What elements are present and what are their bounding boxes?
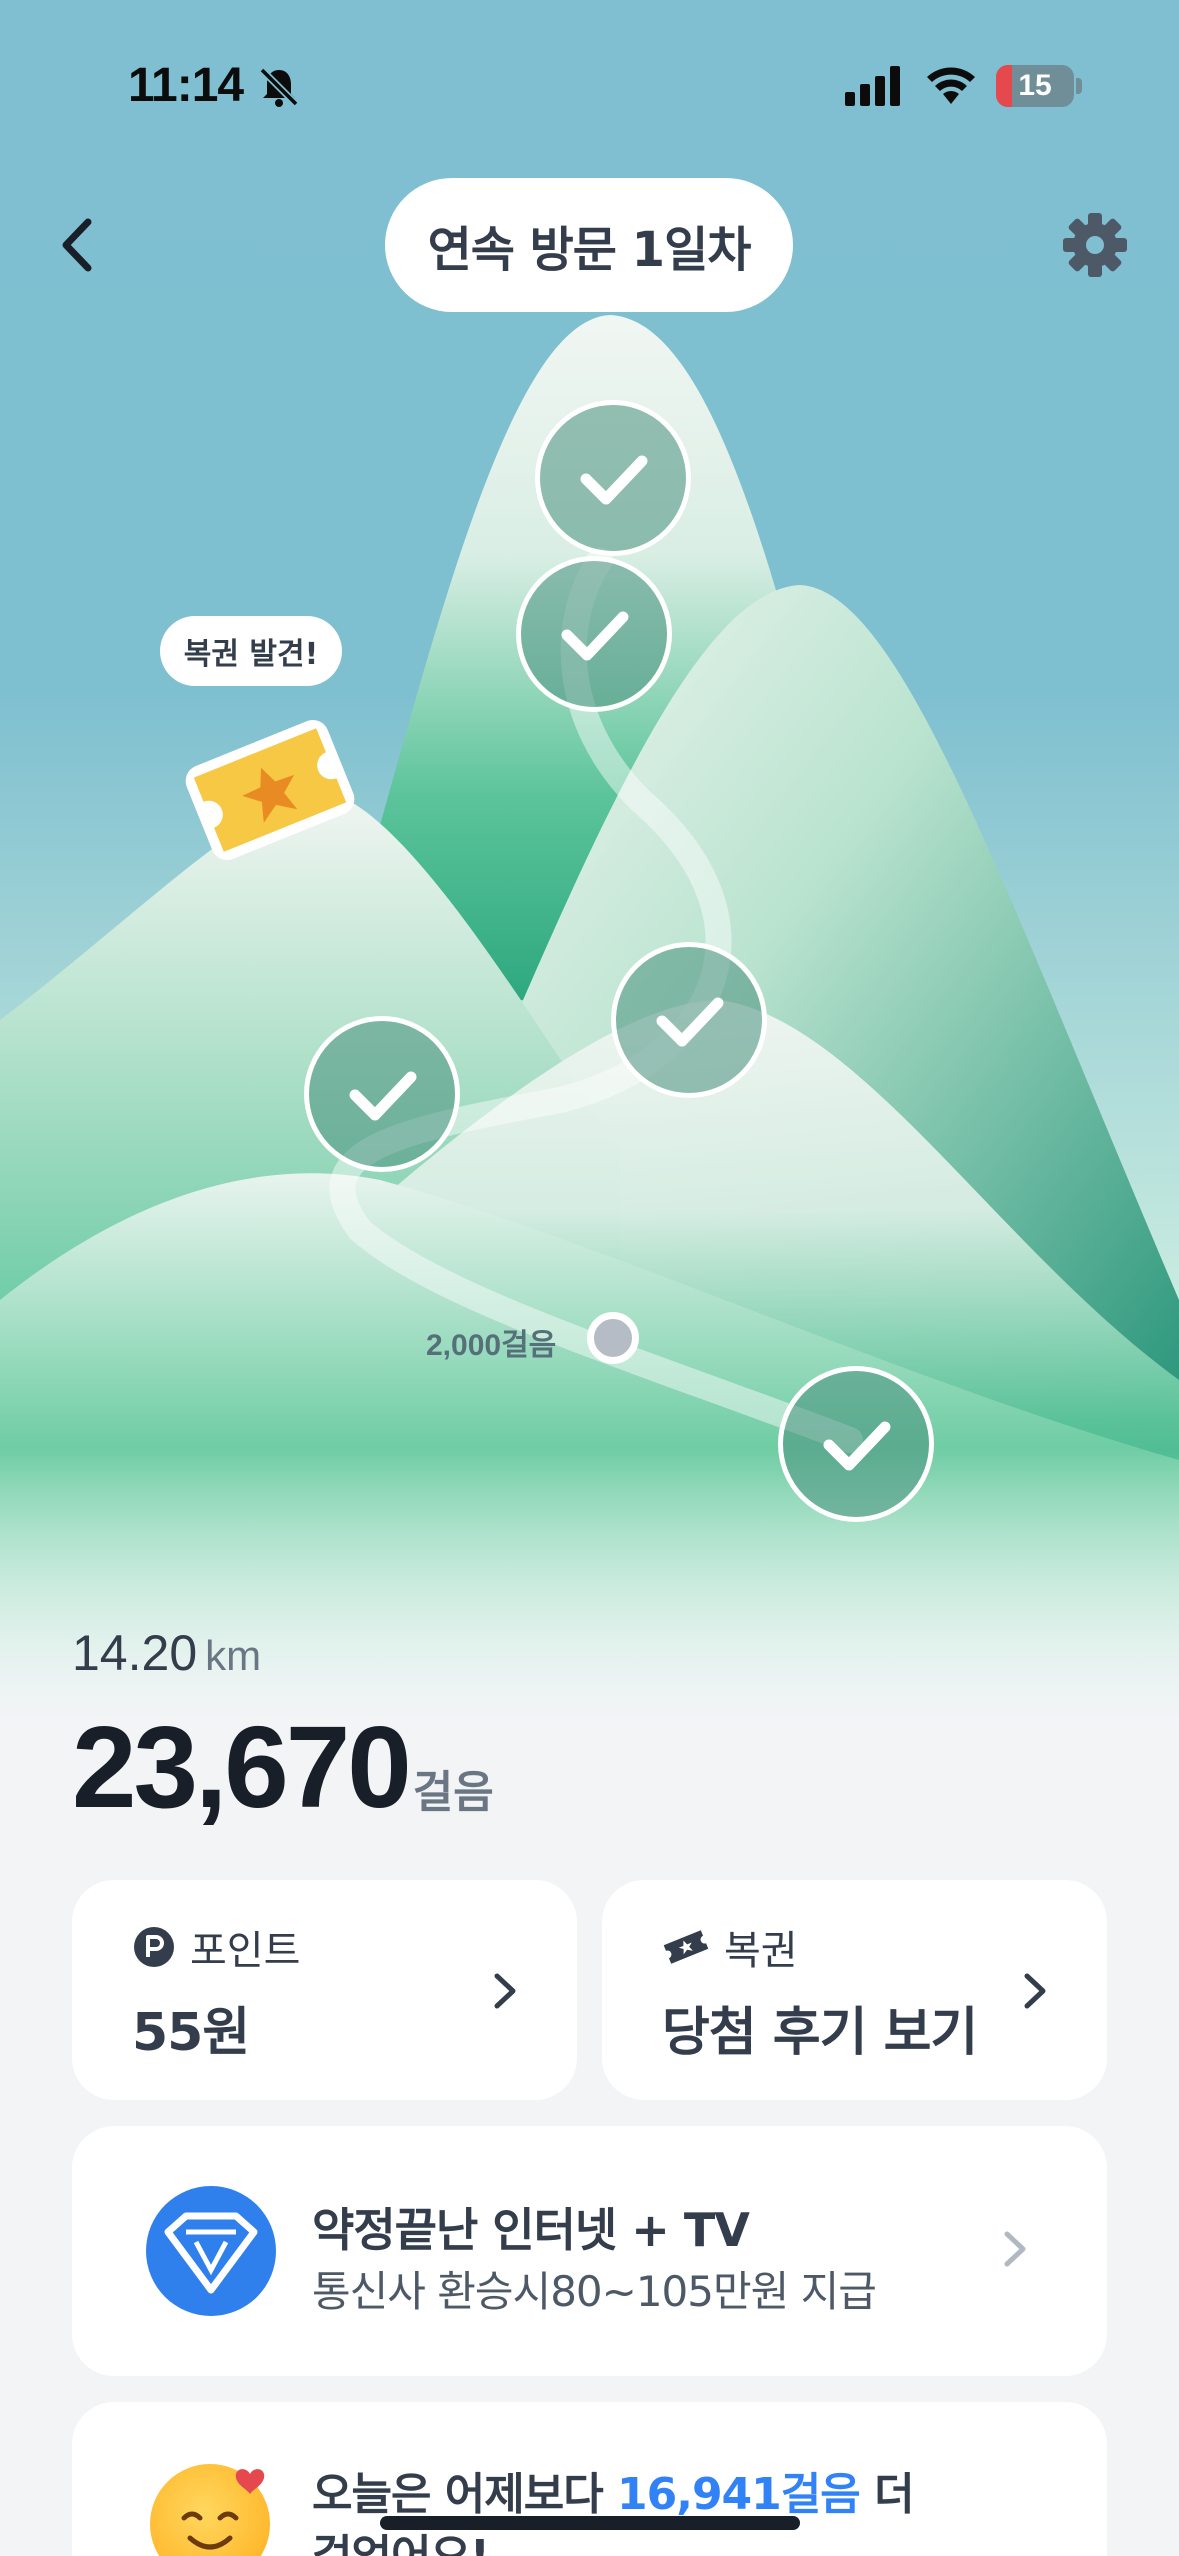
point-icon [134, 1927, 174, 1967]
ad-title: 약정끝난 인터넷 + TV [312, 2203, 750, 2257]
signal-icon [845, 66, 900, 106]
status-bar: 11:14 15 [0, 0, 1179, 170]
diamond-logo-icon [164, 2212, 258, 2294]
page-title: 연속 방문 1일차 [385, 178, 793, 312]
steps-compare-card: 오늘은 어제보다 16,941걸음 더 걸었어요! [72, 2402, 1107, 2556]
check-icon [656, 997, 724, 1047]
steps-compare-text: 오늘은 어제보다 16,941걸음 더 걸었어요! [312, 2469, 915, 2556]
steps-unit: 걸음 [412, 1768, 494, 1817]
checkpoint-3 [611, 942, 767, 1098]
points-label: 포인트 [190, 1928, 301, 1974]
battery-level: 15 [1018, 69, 1052, 102]
checkpoint-2 [516, 556, 672, 712]
lottery-card[interactable]: 복권 당첨 후기 보기 [602, 1880, 1107, 2100]
gear-icon[interactable] [1050, 200, 1140, 290]
ad-subtitle: 통신사 환승시80~105만원 지급 [312, 2267, 877, 2316]
goal-marker [587, 1312, 639, 1364]
smiling-face-icon [150, 2464, 270, 2556]
status-time: 11:14 [128, 59, 244, 112]
ad-logo [146, 2186, 276, 2316]
checkpoint-5 [778, 1366, 934, 1522]
steps-readout: 23,670걸음 [72, 1700, 494, 1834]
chevron-right-icon [1024, 1973, 1046, 2009]
goal-steps-label: 2,000걸음 [426, 1329, 557, 1362]
check-icon [349, 1071, 417, 1121]
lottery-found-bubble: 복권 발견! [160, 616, 342, 686]
battery-icon: 15 [996, 65, 1074, 107]
bell-off-icon [259, 67, 299, 107]
steps-diff: 16,941걸음 [617, 2469, 861, 2520]
lottery-label: 복권 [724, 1928, 798, 1974]
lottery-value: 당첨 후기 보기 [662, 2003, 978, 2063]
distance-unit: km [205, 1632, 262, 1679]
chevron-right-icon [1004, 2231, 1026, 2267]
check-icon [561, 611, 629, 661]
wifi-icon [927, 67, 975, 104]
ad-banner[interactable]: 약정끝난 인터넷 + TV 통신사 환승시80~105만원 지급 [72, 2126, 1107, 2376]
points-value: 55원 [132, 2003, 250, 2063]
check-icon [823, 1421, 891, 1471]
check-icon [580, 455, 648, 505]
home-indicator[interactable] [380, 2516, 800, 2530]
chevron-right-icon [494, 1973, 516, 2009]
lottery-ticket-icon[interactable] [180, 710, 360, 870]
back-icon[interactable] [40, 200, 130, 290]
distance-readout: 14.20 km [72, 1624, 261, 1682]
points-card[interactable]: 포인트 55원 [72, 1880, 577, 2100]
checkpoint-1 [535, 400, 691, 556]
distance-value: 14.20 [72, 1625, 198, 1681]
ticket-icon [663, 1930, 709, 1964]
steps-value: 23,670 [72, 1702, 412, 1832]
checkpoint-4 [304, 1016, 460, 1172]
